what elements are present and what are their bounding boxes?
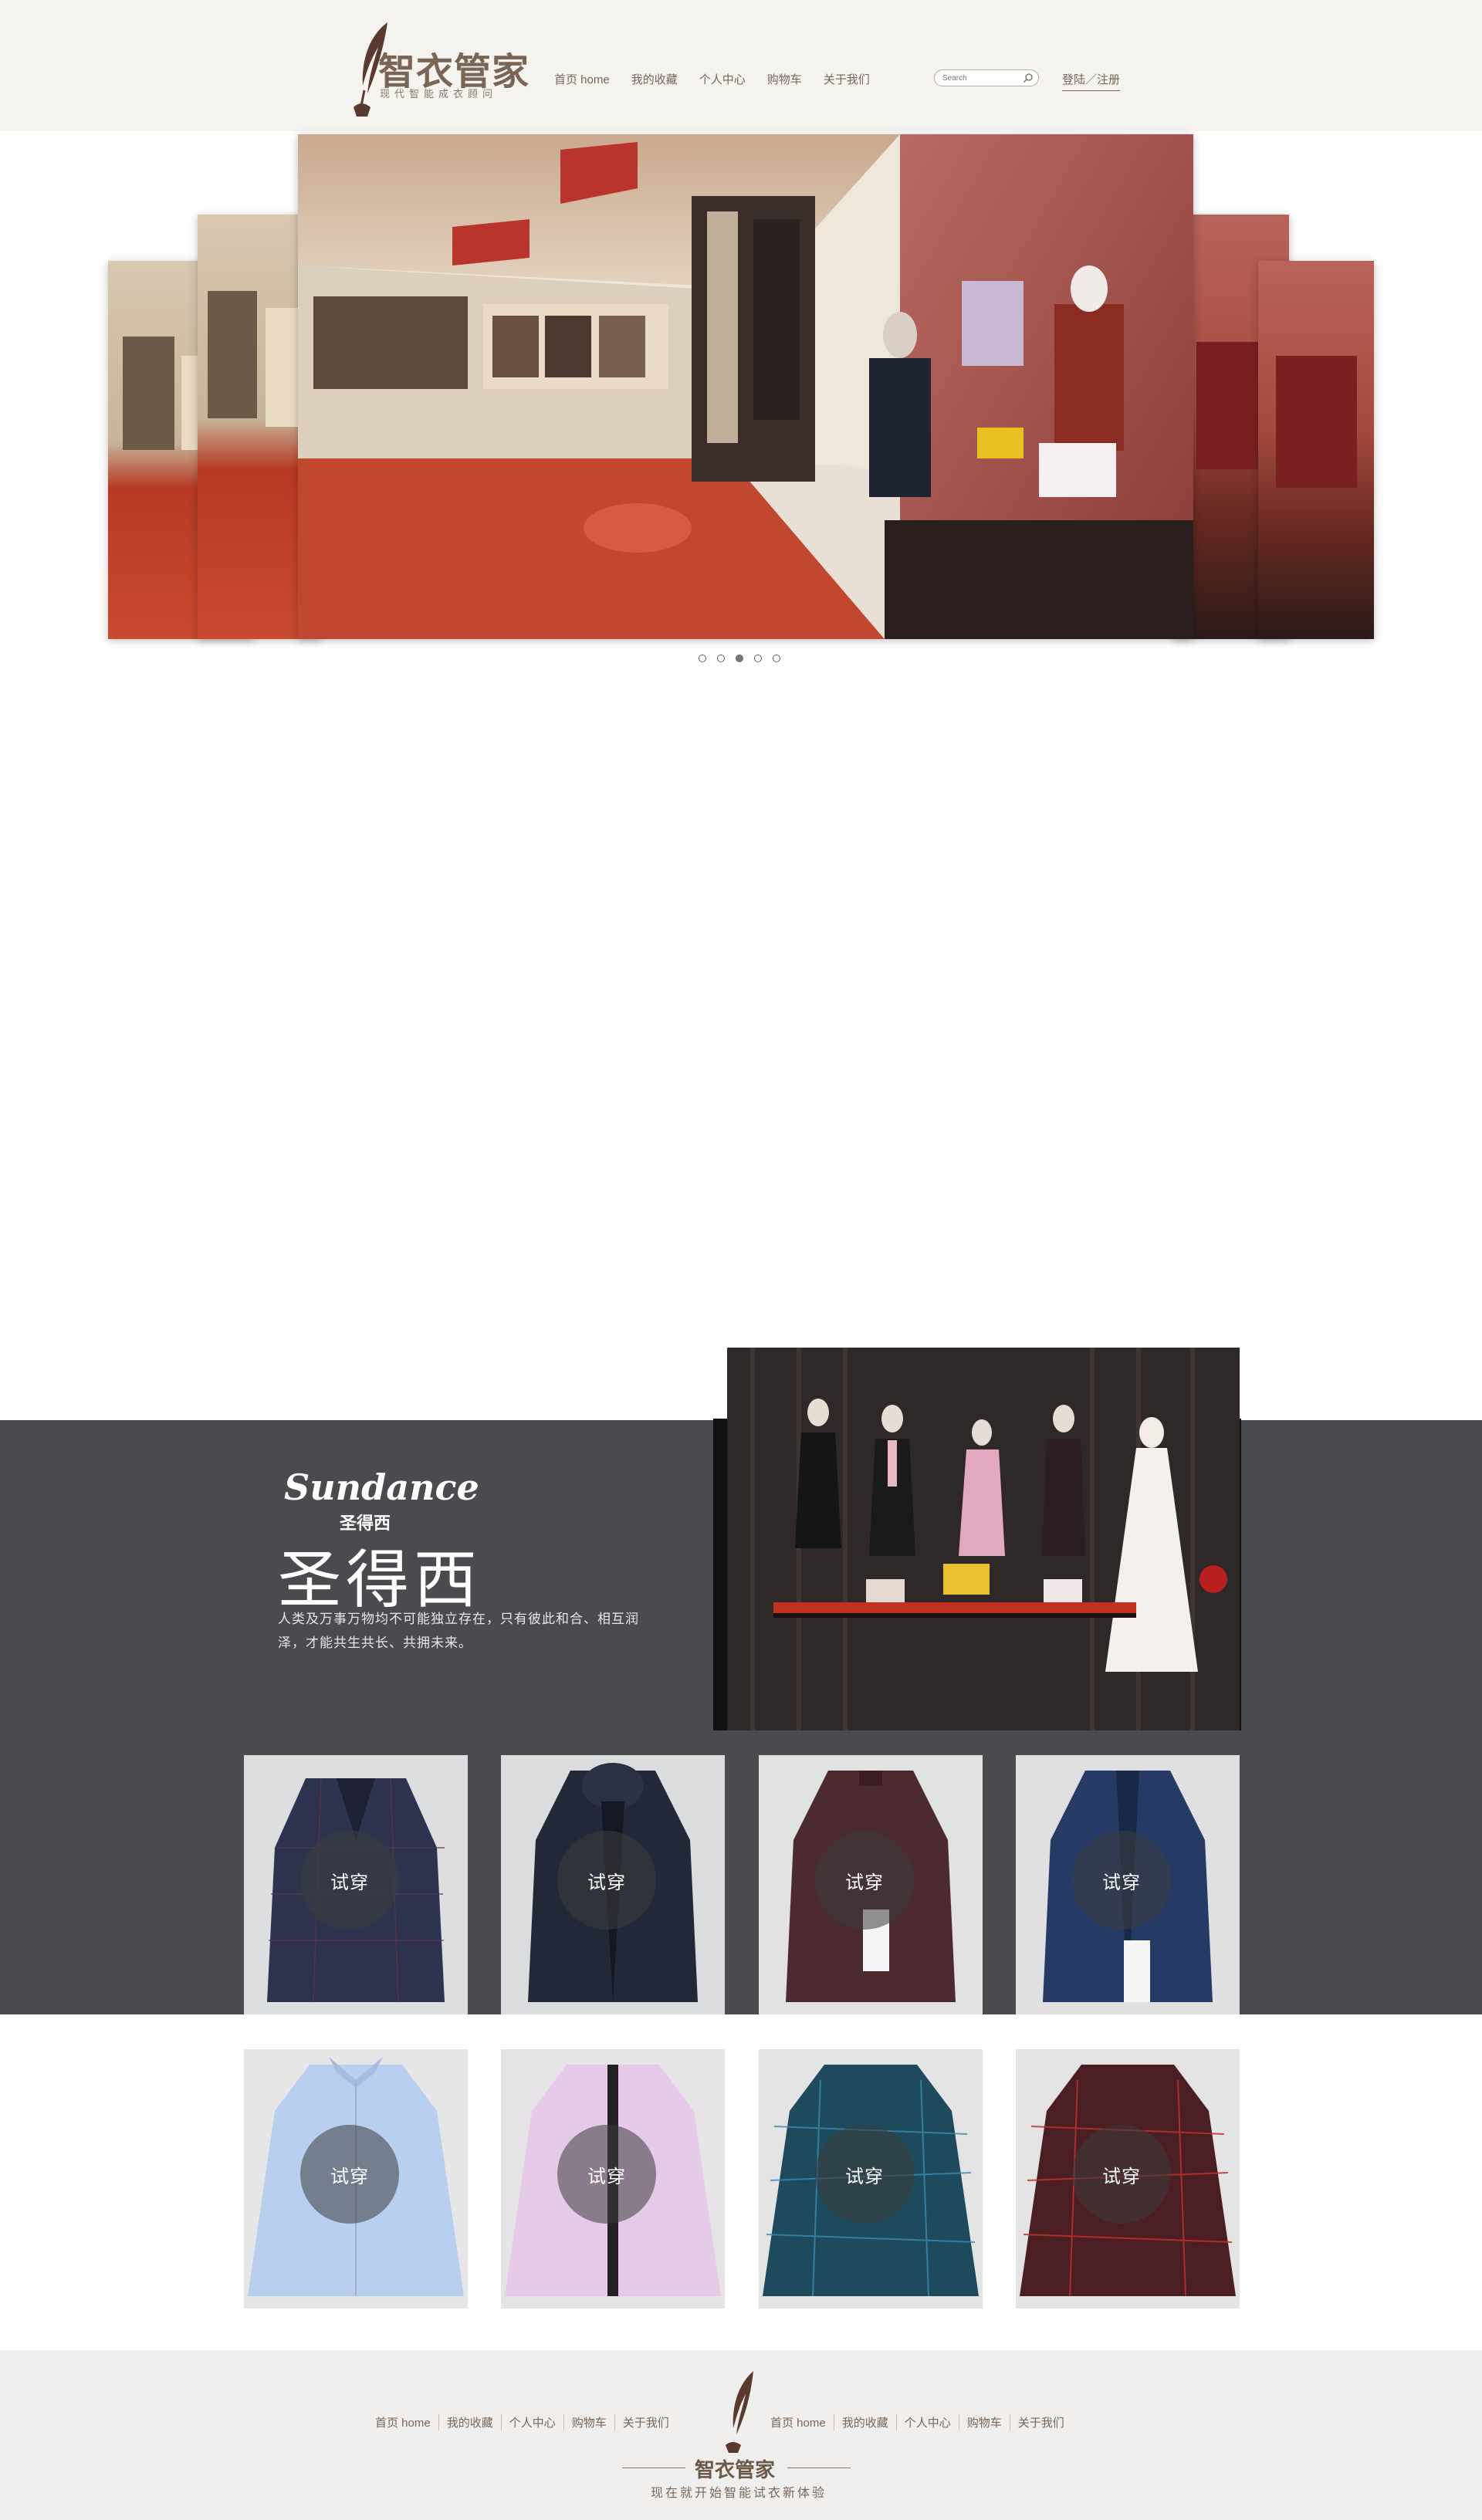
try-on-button[interactable]: 试穿 [300,1831,399,1930]
showroom-mannequins-image [727,1348,1240,1730]
product-card-hooded-coat[interactable]: 试穿 [501,1755,725,2014]
nav-home[interactable]: 首页 home [554,71,610,90]
product-card-teal-pattern-shirt[interactable]: 试穿 [759,2049,983,2309]
footer-nav-right: 首页 home 我的收藏 个人中心 购物车 关于我们 [770,2414,1072,2430]
footer-nav-favorites[interactable]: 我的收藏 [834,2414,897,2430]
try-on-button[interactable]: 试穿 [1072,1831,1171,1930]
footer-slogan: 现在就开始智能试衣新体验 [651,2487,827,2500]
search-input[interactable] [942,73,1020,83]
product-card-plaid-coat[interactable]: 试穿 [244,1755,468,2014]
footer-nav-profile[interactable]: 个人中心 [502,2414,564,2430]
footer-nav-profile[interactable]: 个人中心 [897,2414,959,2430]
site-header [0,0,1482,131]
footer-nav-about[interactable]: 关于我们 [1010,2414,1072,2430]
carousel-dot-4[interactable] [754,655,762,662]
site-logo[interactable]: 智衣管家 现代智能成衣顾问 [347,19,548,120]
footer-nav-favorites[interactable]: 我的收藏 [439,2414,502,2430]
footer-nav-cart[interactable]: 购物车 [564,2414,615,2430]
nav-about[interactable]: 关于我们 [824,71,870,90]
brand-showroom-photo [727,1348,1240,1730]
carousel-pagination [699,655,780,662]
nav-cart[interactable]: 购物车 [767,71,802,90]
quill-pen-icon [726,2371,753,2453]
search-box[interactable] [934,69,1039,86]
carousel-dot-3-active[interactable] [736,655,743,662]
main-nav: 首页 home 我的收藏 个人中心 购物车 关于我们 [554,71,892,90]
login-register-link[interactable]: 登陆／注册 [1062,71,1121,91]
brand-description: 人类及万事万物均不可能独立存在，只有彼此和合、相互润泽，才能共生共长、共拥未来。 [278,1612,639,1650]
product-card-pink-shirt[interactable]: 试穿 [501,2049,725,2309]
product-card-red-pattern-shirt[interactable]: 试穿 [1016,2049,1240,2309]
carousel-dot-2[interactable] [717,655,725,662]
try-on-button[interactable]: 试穿 [557,2125,656,2224]
product-card-light-blue-shirt[interactable]: 试穿 [244,2049,468,2309]
try-on-button[interactable]: 试穿 [815,2125,914,2224]
try-on-button[interactable]: 试穿 [1072,2125,1171,2224]
search-icon[interactable] [1023,73,1034,83]
carousel-slide-far-right[interactable] [1258,261,1374,639]
footer-nav-home[interactable]: 首页 home [375,2414,439,2430]
carousel-dot-5[interactable] [773,655,780,662]
product-card-navy-jacket[interactable]: 试穿 [1016,1755,1240,2014]
footer-nav-left: 首页 home 我的收藏 个人中心 购物车 关于我们 [375,2414,677,2430]
product-card-burgundy-jacket[interactable]: 试穿 [759,1755,983,2014]
nav-profile[interactable]: 个人中心 [699,71,746,90]
store-interior-photo [298,134,1193,639]
footer-nav-about[interactable]: 关于我们 [615,2414,677,2430]
footer-nav-home[interactable]: 首页 home [770,2414,834,2430]
footer-nav-cart[interactable]: 购物车 [959,2414,1010,2430]
carousel-slide-active[interactable] [298,134,1193,639]
carousel-dot-1[interactable] [699,655,706,662]
brand-script-logo: Sundance [284,1466,479,1508]
try-on-button[interactable]: 试穿 [557,1831,656,1930]
try-on-button[interactable]: 试穿 [815,1831,914,1930]
footer-brand-name: 智衣管家 [695,2459,776,2482]
nav-favorites[interactable]: 我的收藏 [631,71,678,90]
try-on-button[interactable]: 试穿 [300,2125,399,2224]
logo-tagline: 现代智能成衣顾问 [380,88,498,100]
store-photo [1258,261,1374,639]
